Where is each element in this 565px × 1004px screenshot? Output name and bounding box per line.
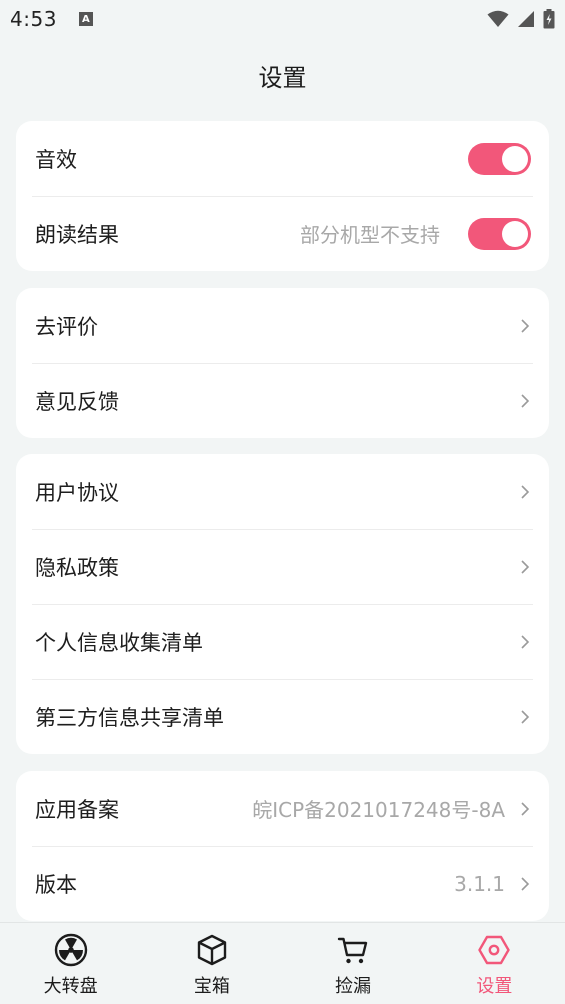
tab-label: 宝箱 — [193, 976, 230, 997]
row-right — [519, 558, 531, 576]
tab-label: 捡漏 — [335, 976, 372, 997]
status-icons — [487, 9, 555, 29]
chevron-right-icon — [521, 709, 530, 724]
row-right — [440, 142, 531, 175]
setting-row-app-filing[interactable]: 应用备案 皖ICP备2021017248号-8A — [16, 771, 549, 846]
setting-row-feedback[interactable]: 意见反馈 — [16, 363, 549, 438]
setting-label: 版本 — [35, 872, 77, 897]
chevron-right-icon — [521, 876, 530, 891]
setting-row-privacy-policy[interactable]: 隐私政策 — [16, 529, 549, 604]
setting-label: 音效 — [35, 147, 77, 172]
setting-label: 朗读结果 — [35, 222, 119, 247]
row-right — [519, 483, 531, 501]
chevron-right-icon — [521, 559, 530, 574]
row-right: 3.1.1 — [454, 872, 531, 896]
sound-effect-toggle[interactable] — [468, 142, 531, 175]
setting-row-rate[interactable]: 去评价 — [16, 288, 549, 363]
setting-row-sound-effect: 音效 — [16, 121, 549, 196]
chevron-right-icon — [521, 393, 530, 408]
row-right — [519, 392, 531, 410]
setting-row-version[interactable]: 版本 3.1.1 — [16, 846, 549, 921]
row-right — [519, 708, 531, 726]
cell-signal-icon — [518, 11, 534, 27]
status-bar: 4:53 A — [0, 0, 565, 38]
tab-bargains[interactable]: 捡漏 — [283, 923, 424, 1004]
setting-label: 去评价 — [35, 314, 98, 339]
setting-label: 隐私政策 — [35, 555, 119, 580]
chevron-right-icon — [521, 801, 530, 816]
setting-label: 第三方信息共享清单 — [35, 705, 224, 730]
row-right: 皖ICP备2021017248号-8A — [252, 794, 531, 823]
wifi-icon — [487, 10, 509, 27]
toggle-knob — [502, 220, 528, 247]
setting-label: 应用备案 — [35, 797, 119, 822]
battery-icon — [543, 9, 555, 29]
setting-label: 意见反馈 — [35, 389, 119, 414]
setting-row-user-agreement[interactable]: 用户协议 — [16, 454, 549, 529]
notification-app-icon: A — [78, 12, 93, 26]
row-right: 部分机型不支持 — [300, 217, 531, 250]
settings-card-sound: 音效 朗读结果 部分机型不支持 — [16, 121, 549, 271]
version-number: 3.1.1 — [454, 871, 505, 896]
setting-hint: 部分机型不支持 — [300, 223, 440, 247]
chevron-right-icon — [521, 634, 530, 649]
page-title: 设置 — [258, 64, 307, 92]
tab-treasure-box[interactable]: 宝箱 — [141, 923, 282, 1004]
setting-label: 用户协议 — [35, 480, 119, 505]
hexagon-settings-icon — [478, 935, 511, 965]
tab-settings[interactable]: 设置 — [424, 923, 565, 1004]
status-time: 4:53 — [10, 7, 57, 31]
tab-label: 大转盘 — [43, 976, 98, 997]
wheel-icon — [54, 933, 87, 967]
settings-card-app-info: 应用备案 皖ICP备2021017248号-8A 版本 3.1.1 — [16, 771, 549, 921]
chevron-right-icon — [521, 318, 530, 333]
settings-card-feedback: 去评价 意见反馈 — [16, 288, 549, 438]
read-aloud-toggle[interactable] — [468, 217, 531, 250]
setting-row-personal-info-list[interactable]: 个人信息收集清单 — [16, 604, 549, 679]
toggle-knob — [502, 145, 528, 172]
bottom-tab-bar: 大转盘 宝箱 捡漏 设置 — [0, 922, 565, 1004]
tab-wheel[interactable]: 大转盘 — [0, 923, 141, 1004]
row-right — [519, 633, 531, 651]
tab-label: 设置 — [476, 976, 513, 997]
row-right — [519, 317, 531, 335]
box-icon — [197, 934, 227, 966]
icp-filing-number: 皖ICP备2021017248号-8A — [252, 798, 505, 822]
chevron-right-icon — [521, 484, 530, 499]
cart-icon — [337, 937, 368, 964]
setting-label: 个人信息收集清单 — [35, 630, 203, 655]
setting-row-read-aloud: 朗读结果 部分机型不支持 — [16, 196, 549, 271]
setting-row-third-party-sharing[interactable]: 第三方信息共享清单 — [16, 679, 549, 754]
settings-card-legal: 用户协议 隐私政策 个人信息收集清单 第三方信息共享清单 — [16, 454, 549, 754]
